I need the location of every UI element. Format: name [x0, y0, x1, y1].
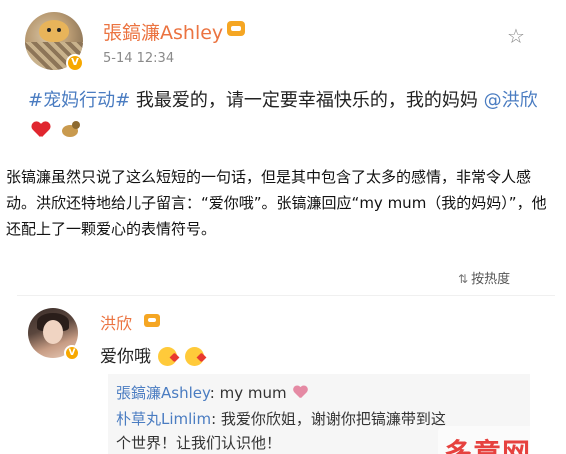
mention-link[interactable]: @洪欣 — [484, 90, 538, 111]
avatar-face — [43, 320, 63, 344]
reply-text: : my mum — [209, 384, 287, 402]
reply-item: 朴草丸Limlim: 我爱你欣姐，谢谢你把镐濂带到这 — [116, 408, 446, 430]
commenter-name[interactable]: 洪欣 — [100, 310, 132, 334]
pet-emoji-icon — [60, 121, 82, 139]
site-watermark: 多意网 — [438, 426, 566, 454]
comments-section: ⇅ 按热度 V 洪欣 爱你哦 張鎬濂Ashley: my mum 朴草丸Limli… — [0, 258, 566, 454]
reply-text: : 我爱你欣姐，谢谢你把镐濂带到这 — [211, 410, 446, 428]
post-body: #宠妈行动# 我最爱的，请一定要幸福快乐的，我的妈妈 @洪欣 — [28, 86, 548, 146]
dog-face-icon — [39, 20, 69, 42]
reply-item: 个世界！让我们认识他！ — [116, 432, 281, 454]
kiss-emoji-icon — [158, 347, 178, 366]
post-text: 我最爱的，请一定要幸福快乐的，我的妈妈 — [130, 90, 484, 111]
comment-text: 爱你哦 — [100, 342, 204, 367]
dog-eye-icon — [47, 28, 51, 32]
heart-icon — [293, 386, 308, 399]
weibo-post-card: V 張鎬濂Ashley 5-14 12:34 ☆ #宠妈行动# 我最爱的，请一定… — [0, 0, 566, 152]
post-timestamp: 5-14 12:34 — [103, 51, 175, 66]
reply-author[interactable]: 朴草丸Limlim — [116, 410, 211, 428]
divider — [17, 295, 555, 296]
watermark-logo: 多意网 — [444, 437, 532, 454]
reply-item: 張鎬濂Ashley: my mum — [116, 382, 308, 404]
favorite-star-icon[interactable]: ☆ — [505, 25, 527, 47]
article-paragraph: 张镐濂虽然只说了这么短短的一句话，但是其中包含了太多的感情，非常令人感动。洪欣还… — [6, 168, 547, 238]
member-crown-icon — [144, 314, 160, 327]
heart-icon — [32, 122, 50, 138]
sort-by-hot-button[interactable]: ⇅ 按热度 — [458, 268, 510, 287]
vip-badge-icon: V — [64, 345, 80, 361]
reply-author[interactable]: 張鎬濂Ashley — [116, 384, 210, 402]
kiss-emoji-icon — [184, 347, 204, 366]
dog-eye-icon — [57, 28, 61, 32]
reply-text-continued: 个世界！让我们认识他！ — [116, 434, 282, 452]
member-crown-icon — [227, 21, 245, 36]
poster-name[interactable]: 張鎬濂Ashley — [103, 18, 223, 45]
topic-link[interactable]: #宠妈行动# — [28, 90, 130, 111]
sort-label: 按热度 — [471, 272, 511, 287]
vip-badge-icon: V — [66, 54, 84, 72]
sort-icon: ⇅ — [458, 272, 469, 286]
comment-body: 爱你哦 — [100, 347, 151, 367]
